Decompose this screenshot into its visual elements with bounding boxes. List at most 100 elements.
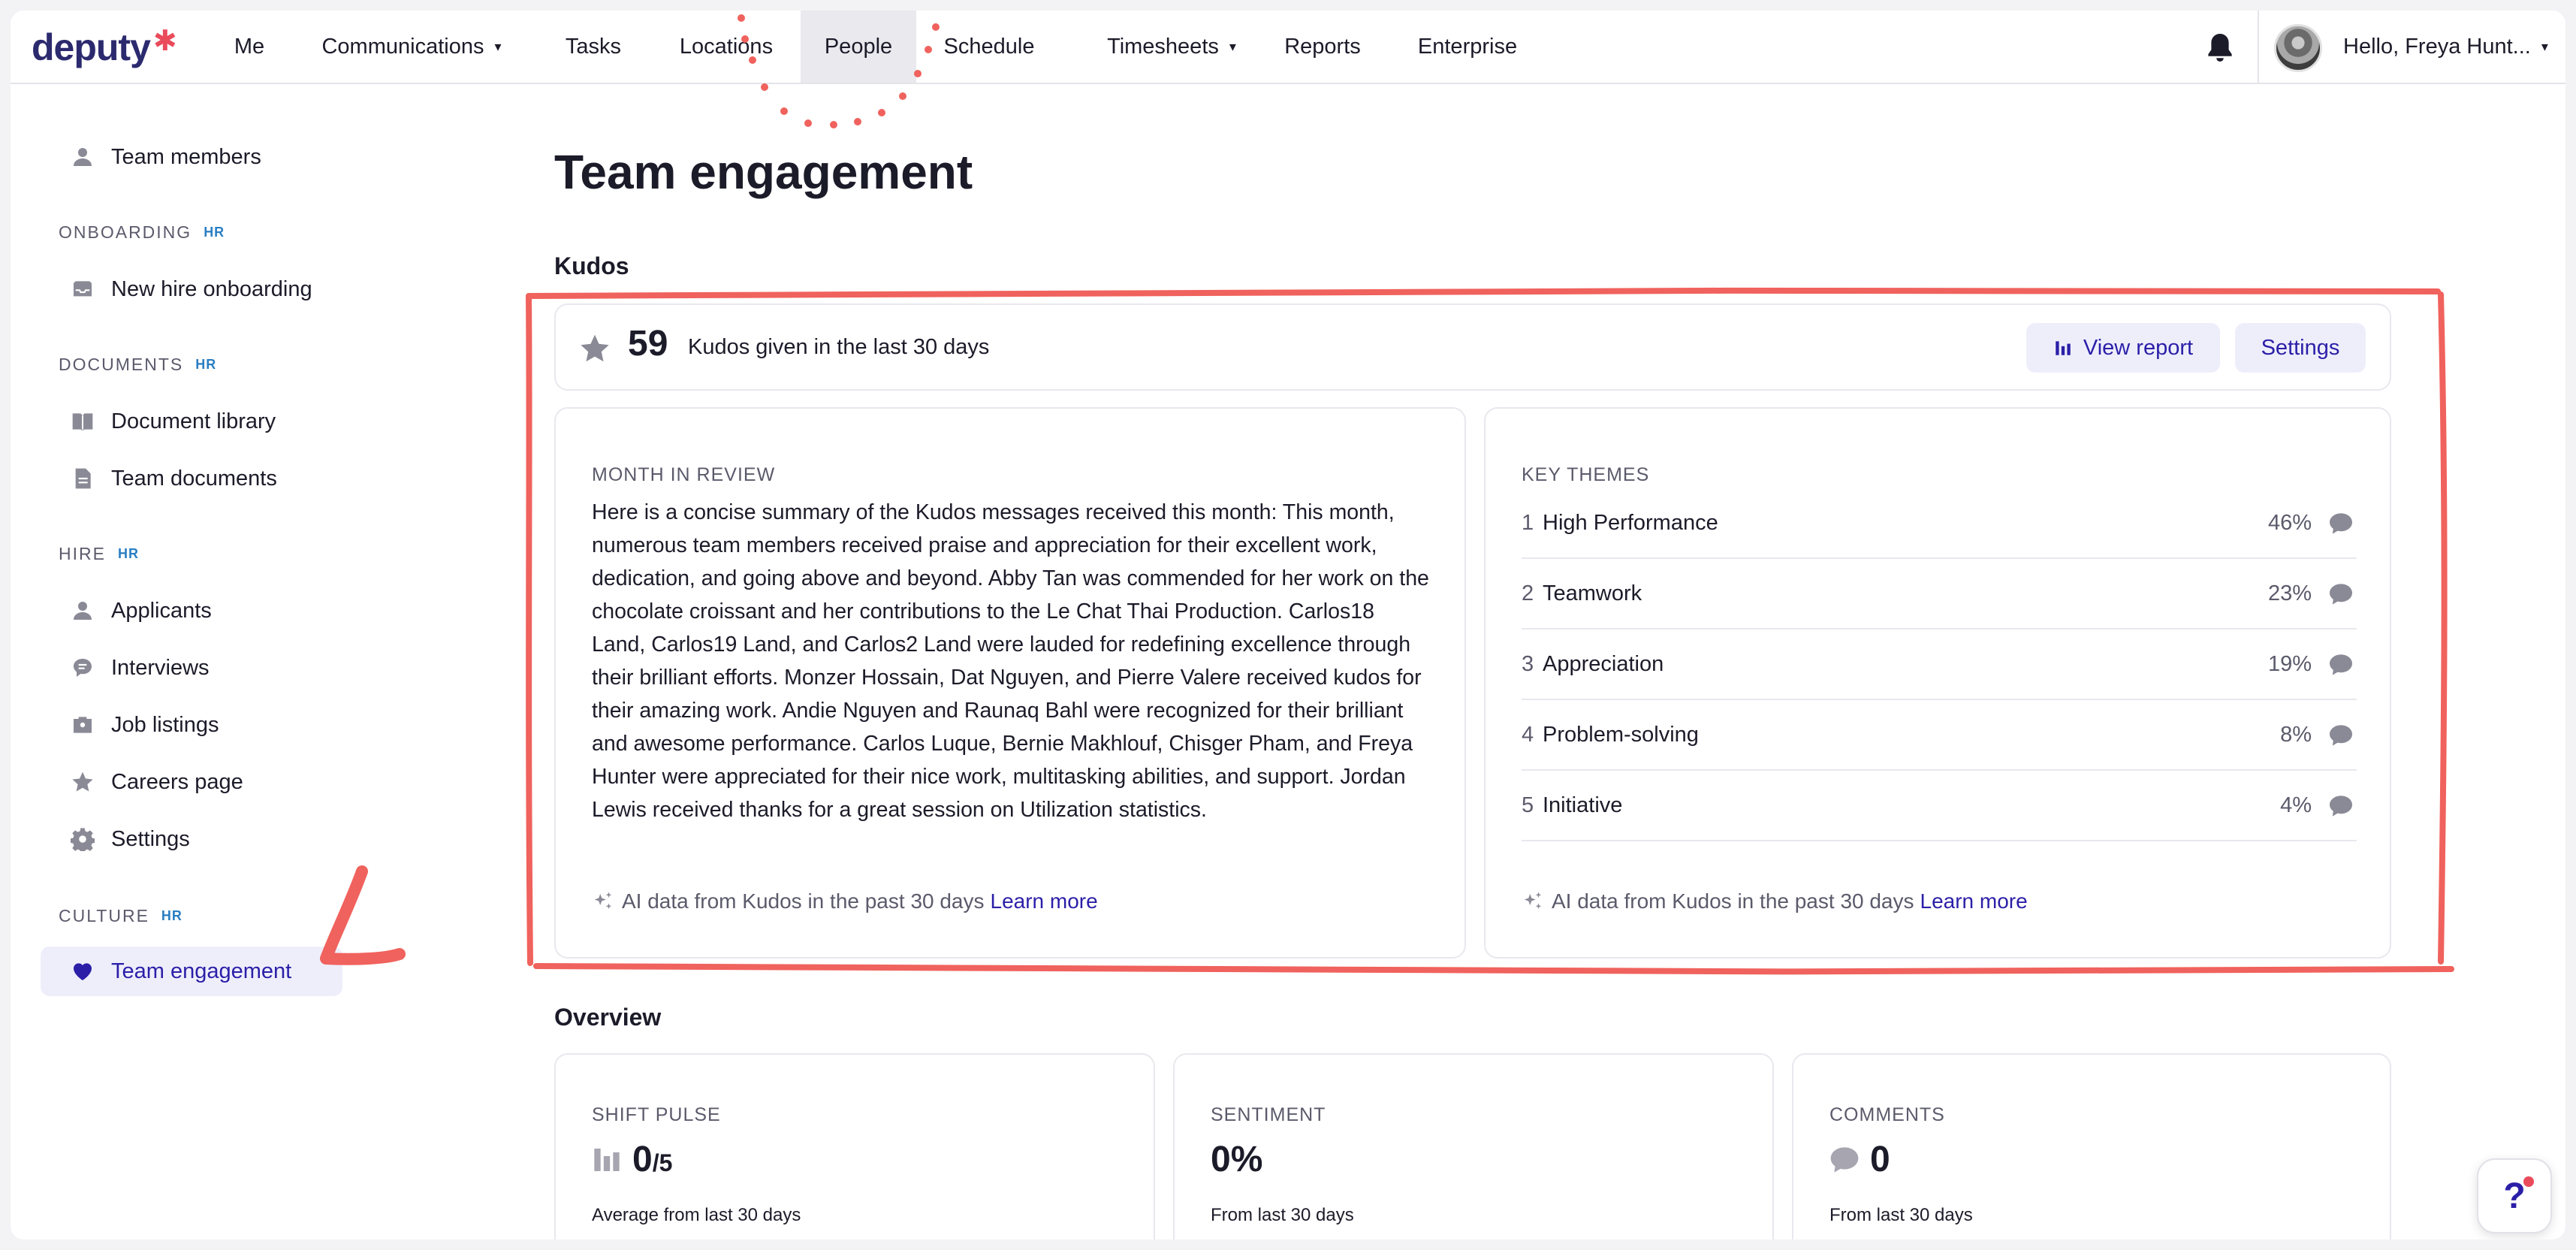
nav-tasks[interactable]: Tasks	[548, 11, 638, 83]
theme-row[interactable]: 4 Problem-solving 8%	[1522, 700, 2357, 771]
sidebar-item-label: Team engagement	[111, 959, 292, 983]
nav-me[interactable]: Me	[213, 11, 285, 83]
sidebar-item-job-listings[interactable]: Job listings	[41, 700, 341, 750]
theme-row[interactable]: 1 High Performance 46%	[1522, 488, 2357, 559]
comment-icon	[2330, 513, 2352, 534]
theme-name: Initiative	[1543, 793, 1623, 817]
sidebar-item-applicants[interactable]: Applicants	[41, 586, 341, 636]
sidebar-item-label: Job listings	[111, 712, 219, 737]
nav-timesheets[interactable]: Timesheets ▾	[1081, 11, 1262, 83]
user-menu[interactable]: Hello, Freya Hunt... ▾	[2343, 11, 2548, 83]
sidebar-item-careers-page[interactable]: Careers page	[41, 757, 341, 807]
month-in-review-card: MONTH IN REVIEW Here is a concise summar…	[554, 407, 1466, 959]
metric-caption: Average from last 30 days	[592, 1205, 801, 1225]
metric-suffix: /5	[652, 1149, 673, 1176]
sidebar-item-team-members[interactable]: Team members	[41, 132, 326, 182]
gear-icon	[71, 828, 95, 851]
person-icon	[74, 602, 92, 620]
theme-row[interactable]: 5 Initiative 4%	[1522, 771, 2357, 841]
caret-down-icon: ▾	[1229, 38, 1236, 54]
deputy-logo[interactable]: deputy ✱	[32, 25, 177, 69]
section-title: HIRE	[59, 544, 106, 563]
nav-label: Locations	[679, 34, 774, 59]
theme-rank: 1	[1522, 510, 1534, 535]
hr-badge: HR	[117, 546, 139, 561]
logo-mark-icon: ✱	[152, 25, 177, 57]
nav-label: Tasks	[565, 34, 622, 59]
metric-value: 0	[632, 1140, 653, 1179]
bar-chart-icon	[594, 1148, 620, 1171]
nav-schedule[interactable]: Schedule	[933, 11, 1045, 83]
star-icon	[581, 334, 609, 362]
kudos-heading: Kudos	[554, 252, 629, 279]
kudos-description: Kudos given in the last 30 days	[688, 335, 990, 359]
avatar[interactable]	[2274, 24, 2322, 72]
sidebar-item-label: Applicants	[111, 598, 212, 623]
theme-row[interactable]: 2 Teamwork 23%	[1522, 559, 2357, 630]
kudos-summary-card: 59 Kudos given in the last 30 days View …	[554, 303, 2391, 391]
hr-badge: HR	[195, 357, 217, 372]
card-heading: MONTH IN REVIEW	[592, 464, 776, 485]
briefcase-icon	[74, 717, 92, 733]
caret-down-icon: ▾	[2541, 38, 2548, 54]
sparkle-icon	[594, 892, 612, 909]
nav-communications[interactable]: Communications ▾	[300, 11, 523, 83]
sidebar-item-document-library[interactable]: Document library	[41, 397, 341, 446]
help-button[interactable]: ?	[2477, 1158, 2552, 1233]
comment-icon	[1830, 1146, 1859, 1173]
sidebar-item-settings[interactable]: Settings	[41, 814, 341, 864]
notification-dot	[2523, 1176, 2534, 1187]
learn-more-link[interactable]: Learn more	[1920, 889, 2028, 913]
sidebar-item-team-engagement[interactable]: Team engagement	[41, 947, 342, 996]
nav-reports[interactable]: Reports	[1275, 11, 1370, 83]
sidebar-item-new-hire-onboarding[interactable]: New hire onboarding	[41, 264, 356, 314]
theme-percent: 46%	[2267, 510, 2312, 535]
logo-text: deputy	[32, 26, 151, 68]
theme-percent: 23%	[2267, 581, 2312, 605]
theme-name: Problem-solving	[1543, 722, 1699, 747]
shift-pulse-card: SHIFT PULSE 0 /5 Average from last 30 da…	[554, 1053, 1155, 1239]
key-themes-card: KEY THEMES 1 High Performance 46% 2 Team…	[1484, 407, 2391, 959]
learn-more-link[interactable]: Learn more	[991, 889, 1098, 913]
bell-icon[interactable]	[2202, 30, 2238, 66]
theme-rank: 4	[1522, 722, 1534, 747]
hr-badge: HR	[204, 225, 225, 240]
theme-rank: 3	[1522, 651, 1534, 676]
view-report-button[interactable]: View report	[2026, 323, 2220, 373]
theme-rank: 2	[1522, 581, 1534, 605]
sidebar-section-hire: HIRE HR	[59, 544, 139, 564]
nav-label: Reports	[1284, 34, 1361, 59]
sidebar-item-team-documents[interactable]: Team documents	[41, 454, 341, 503]
nav-label: Schedule	[943, 34, 1035, 59]
hr-badge: HR	[161, 908, 182, 923]
settings-button[interactable]: Settings	[2235, 323, 2366, 373]
caret-down-icon: ▾	[494, 38, 502, 54]
sidebar-section-onboarding: ONBOARDING HR	[59, 222, 225, 243]
button-label: View report	[2083, 335, 2194, 360]
theme-row[interactable]: 3 Appreciation 19%	[1522, 630, 2357, 700]
nav-locations[interactable]: Locations	[662, 11, 790, 83]
sparkle-icon	[1524, 892, 1542, 909]
card-heading: KEY THEMES	[1522, 464, 1650, 485]
heart-icon	[74, 963, 92, 980]
sidebar-section-culture: CULTURE HR	[59, 906, 182, 926]
page-title: Team engagement	[554, 145, 973, 199]
sidebar-item-label: Settings	[111, 826, 190, 851]
button-label: Settings	[2261, 335, 2340, 360]
sidebar-item-label: New hire onboarding	[111, 276, 312, 301]
section-title: CULTURE	[59, 906, 149, 925]
ai-note: AI data from Kudos in the past 30 days L…	[1522, 889, 2028, 913]
user-greeting: Hello, Freya Hunt...	[2343, 34, 2531, 59]
comments-card: COMMENTS 0 From last 30 days	[1792, 1053, 2391, 1239]
theme-name: Teamwork	[1543, 581, 1642, 605]
nav-enterprise[interactable]: Enterprise	[1407, 11, 1528, 83]
theme-percent: 4%	[2280, 793, 2312, 817]
nav-people[interactable]: People	[801, 11, 916, 83]
document-icon	[75, 468, 91, 489]
sentiment-card: SENTIMENT 0% From last 30 days	[1173, 1053, 1774, 1239]
inbox-icon	[74, 281, 92, 297]
nav-divider	[2258, 11, 2259, 83]
sidebar-item-interviews[interactable]: Interviews	[41, 643, 341, 693]
metric-value: 0%	[1211, 1140, 1263, 1179]
comment-icon	[2330, 654, 2352, 675]
